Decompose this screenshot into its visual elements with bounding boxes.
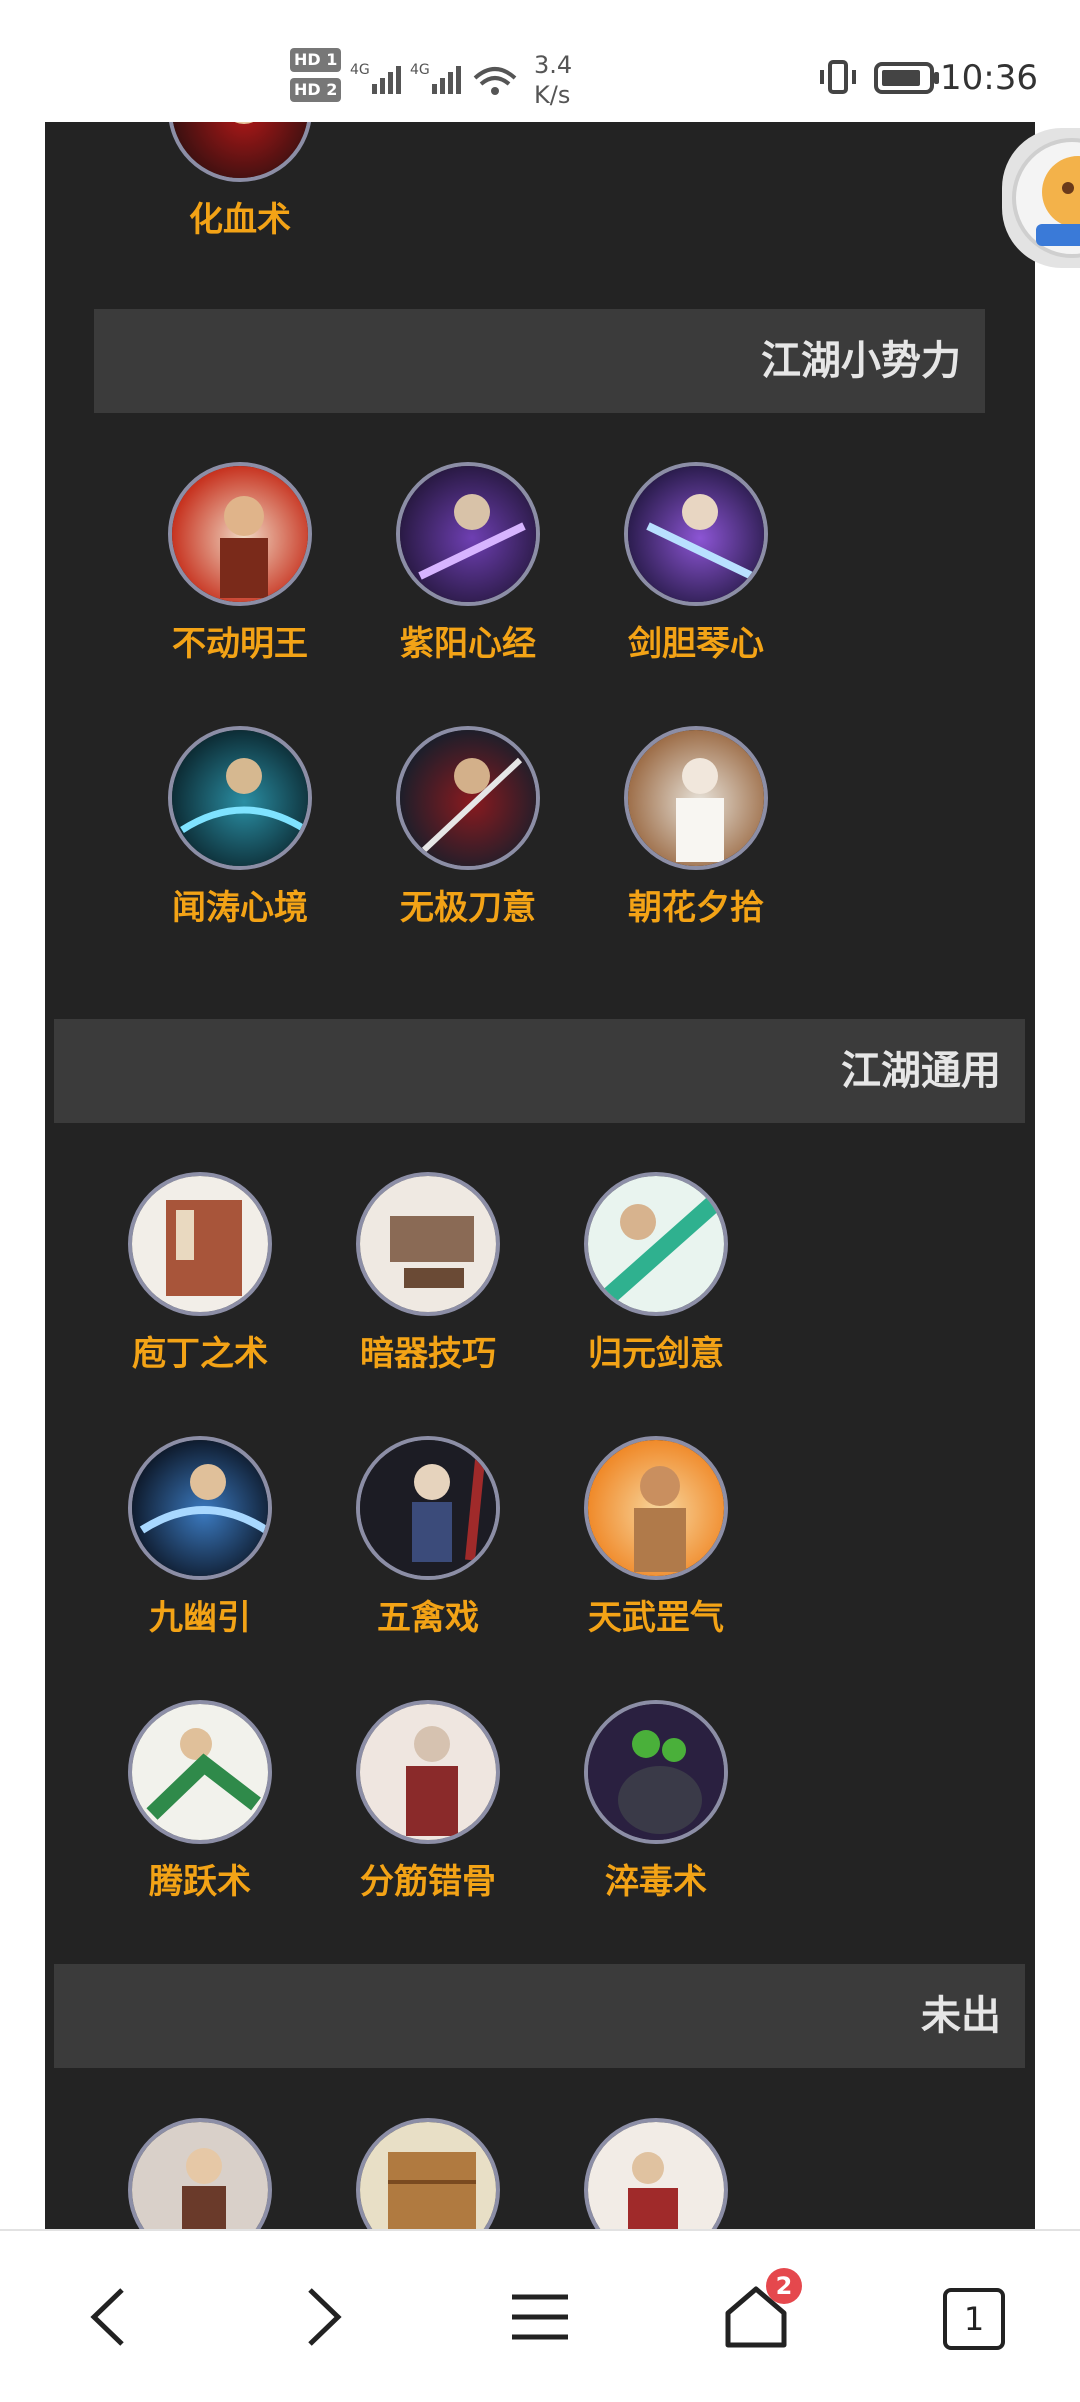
section-header: 未出 [54, 1964, 1025, 2068]
skill-icon [396, 462, 540, 606]
home-notification-badge: 2 [766, 2268, 802, 2304]
skill-icon [356, 1700, 500, 1844]
hd1-badge: HD 1 [290, 48, 342, 72]
menu-icon [512, 2294, 568, 2339]
skill-label: 无极刀意 [400, 888, 536, 928]
skill-label: 庖丁之术 [132, 1334, 268, 1374]
skill-item[interactable]: 淬毒术 [571, 1700, 741, 1903]
skill-icon [128, 1172, 272, 1316]
chevron-right-icon [308, 2287, 342, 2346]
hd2-badge: HD 2 [290, 78, 342, 102]
skill-label: 暗器技巧 [360, 1334, 496, 1374]
home-button[interactable] [686, 2231, 826, 2402]
speed-value: 3.4 [534, 51, 573, 79]
skill-label: 化血术 [189, 200, 291, 240]
skill-icon [624, 462, 768, 606]
skill-icon [584, 1172, 728, 1316]
chevron-left-icon [90, 2287, 124, 2346]
skill-icon [356, 1172, 500, 1316]
svg-text:4G: 4G [350, 62, 370, 78]
skill-icon [584, 2118, 728, 2229]
skill-icon [128, 2118, 272, 2229]
tabs-count[interactable]: 1 [943, 2288, 1005, 2350]
skill-icon [624, 726, 768, 870]
vibrate-icon [818, 58, 858, 102]
forward-button[interactable] [254, 2231, 394, 2402]
skill-icon [396, 726, 540, 870]
skill-label: 分筋错骨 [360, 1862, 496, 1902]
browser-bottom-nav [0, 2229, 1080, 2402]
speed-unit: K/s [534, 81, 571, 109]
network-speed: 3.4 K/s [534, 50, 572, 110]
hd-indicator: HD 1 HD 2 [290, 48, 342, 108]
skill-item[interactable] [571, 2118, 741, 2229]
skill-icon [128, 1700, 272, 1844]
clock: 10:36 [940, 58, 1038, 98]
battery-icon [874, 62, 940, 98]
section-header: 江湖小势力 [94, 309, 985, 413]
skill-item[interactable]: 闻涛心境 [155, 726, 325, 929]
skill-label: 淬毒术 [605, 1862, 707, 1902]
skill-icon [128, 1436, 272, 1580]
skill-label: 闻涛心境 [172, 888, 308, 928]
skill-label: 剑胆琴心 [628, 624, 764, 664]
skill-label: 不动明王 [172, 624, 308, 664]
skill-item[interactable]: 暗器技巧 [343, 1172, 513, 1375]
skills-page-content: 化血术 江湖小势力 不动明王 紫阳心经 剑胆琴心 闻涛心境 无极刀意 朝花夕拾 … [45, 122, 1035, 2229]
skill-icon [168, 122, 312, 182]
skill-item[interactable] [115, 2118, 285, 2229]
skill-item[interactable]: 化血术 [155, 122, 325, 241]
skill-label: 归元剑意 [588, 1334, 724, 1374]
section-header: 江湖通用 [54, 1019, 1025, 1123]
skill-icon [168, 462, 312, 606]
skill-label: 五禽戏 [377, 1598, 479, 1638]
skill-item[interactable]: 腾跃术 [115, 1700, 285, 1903]
skill-item[interactable]: 天武罡气 [571, 1436, 741, 1639]
skill-icon [356, 1436, 500, 1580]
skill-label: 天武罡气 [588, 1598, 724, 1638]
signal-icons: 4G 4G [350, 56, 520, 104]
back-button[interactable] [38, 2231, 178, 2402]
svg-text:4G: 4G [410, 62, 430, 78]
skill-item[interactable]: 庖丁之术 [115, 1172, 285, 1375]
skill-item[interactable]: 不动明王 [155, 462, 325, 665]
skill-label: 朝花夕拾 [628, 888, 764, 928]
skill-icon [584, 1700, 728, 1844]
menu-button[interactable] [470, 2231, 610, 2402]
skill-item[interactable]: 朝花夕拾 [611, 726, 781, 929]
skill-item[interactable]: 剑胆琴心 [611, 462, 781, 665]
skill-item[interactable]: 五禽戏 [343, 1436, 513, 1639]
skill-item[interactable]: 归元剑意 [571, 1172, 741, 1375]
skill-label: 九幽引 [149, 1598, 251, 1638]
skill-item[interactable]: 无极刀意 [383, 726, 553, 929]
skill-icon [356, 2118, 500, 2229]
skill-icon [584, 1436, 728, 1580]
skill-icon [168, 726, 312, 870]
skill-item[interactable]: 分筋错骨 [343, 1700, 513, 1903]
skill-label: 紫阳心经 [400, 624, 536, 664]
skill-item[interactable] [343, 2118, 513, 2229]
skill-label: 腾跃术 [149, 1862, 251, 1902]
status-bar: HD 1 HD 2 4G 4G 3.4 K/s 10:36 [0, 0, 1080, 122]
skill-item[interactable]: 九幽引 [115, 1436, 285, 1639]
skill-item[interactable]: 紫阳心经 [383, 462, 553, 665]
